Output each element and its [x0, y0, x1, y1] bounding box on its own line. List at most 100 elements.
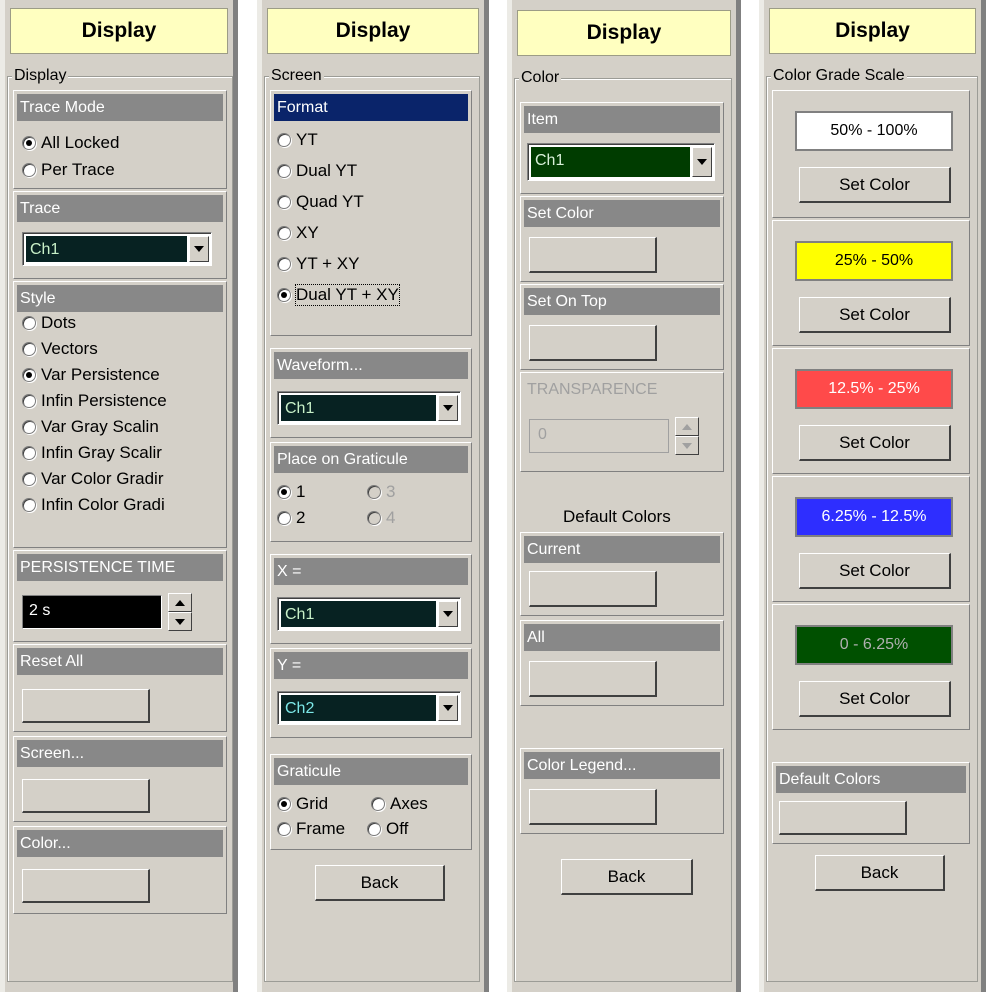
radio-button-icon: [277, 797, 291, 811]
color-grade-swatch: 0 - 6.25%: [795, 625, 953, 665]
radio-yt[interactable]: YT: [277, 129, 318, 151]
set-color-button[interactable]: Set Color: [799, 297, 951, 333]
radio-button-icon: [22, 446, 36, 460]
radio-xy[interactable]: XY: [277, 222, 319, 244]
back-button[interactable]: Back: [561, 859, 693, 895]
increment-button[interactable]: [168, 593, 192, 612]
back-button[interactable]: Back: [315, 865, 445, 901]
radio-button-icon: [22, 472, 36, 486]
radio-label: Dots: [41, 313, 76, 332]
color-section: Color...: [13, 826, 227, 914]
radio-place-3[interactable]: 3: [367, 481, 395, 503]
color-group: Color Item Ch1 Set Color Set On Top TRAN…: [514, 69, 732, 982]
radio-infin-gray-scaling[interactable]: Infin Gray Scalir: [22, 442, 162, 464]
field-value: 0: [538, 426, 547, 443]
section-header: Waveform...: [274, 352, 468, 379]
radio-var-persistence[interactable]: Var Persistence: [22, 364, 160, 386]
radio-place-4[interactable]: 4: [367, 507, 395, 529]
x-select[interactable]: Ch1: [277, 597, 461, 631]
screen-group: Screen Format YT Dual YT Quad YT XY YT +…: [264, 67, 480, 982]
set-on-top-button[interactable]: [529, 325, 657, 361]
transparence-field[interactable]: 0: [529, 419, 669, 453]
radio-label: Per Trace: [41, 160, 115, 179]
radio-dual-yt[interactable]: Dual YT: [277, 160, 357, 182]
display-group: Display Trace Mode All Locked Per Trace …: [7, 67, 233, 982]
radio-button-icon: [367, 511, 381, 525]
dropdown-button[interactable]: [438, 395, 458, 421]
waveform-select[interactable]: Ch1: [277, 391, 461, 425]
radio-place-2[interactable]: 2: [277, 507, 305, 529]
radio-button-icon: [22, 136, 36, 150]
radio-infin-color-grading[interactable]: Infin Color Gradi: [22, 494, 165, 516]
set-color-button[interactable]: Set Color: [799, 681, 951, 717]
arrow-down-icon: [682, 442, 692, 449]
trace-select[interactable]: Ch1: [22, 232, 212, 266]
radio-vectors[interactable]: Vectors: [22, 338, 98, 360]
radio-label: YT: [296, 130, 318, 149]
y-section: Y = Ch2: [270, 648, 472, 738]
current-colors-button[interactable]: [529, 571, 657, 607]
display-color-panel: Display Color Item Ch1 Set Color Set On …: [507, 0, 741, 992]
radio-per-trace[interactable]: Per Trace: [22, 159, 115, 181]
radio-button-icon: [22, 368, 36, 382]
set-color-button[interactable]: Set Color: [799, 167, 951, 203]
radio-grid[interactable]: Grid: [277, 793, 328, 815]
back-button[interactable]: Back: [815, 855, 945, 891]
section-header: TRANSPARENCE: [527, 381, 658, 398]
radio-button-icon: [22, 342, 36, 356]
color-grade-swatch: 50% - 100%: [795, 111, 953, 151]
reset-all-section: Reset All: [13, 644, 227, 732]
arrow-up-icon: [682, 423, 692, 430]
persistence-time-field[interactable]: 2 s: [22, 595, 162, 629]
increment-button[interactable]: [675, 417, 699, 436]
dropdown-button[interactable]: [692, 147, 712, 177]
panel-title: Display: [517, 10, 731, 56]
radio-var-gray-scaling[interactable]: Var Gray Scalin: [22, 416, 159, 438]
radio-label: Infin Color Gradi: [41, 495, 165, 514]
radio-off[interactable]: Off: [367, 818, 408, 840]
color-legend-button[interactable]: [529, 789, 657, 825]
dropdown-button[interactable]: [438, 601, 458, 627]
set-color-button[interactable]: Set Color: [799, 553, 951, 589]
radio-all-locked[interactable]: All Locked: [22, 132, 119, 154]
section-header: Trace: [17, 195, 223, 222]
radio-var-color-grading[interactable]: Var Color Gradir: [22, 468, 164, 490]
radio-quad-yt[interactable]: Quad YT: [277, 191, 364, 213]
y-select[interactable]: Ch2: [277, 691, 461, 725]
dropdown-button[interactable]: [438, 695, 458, 721]
all-colors-button[interactable]: [529, 661, 657, 697]
radio-dots[interactable]: Dots: [22, 312, 76, 334]
item-select[interactable]: Ch1: [527, 143, 715, 181]
radio-yt-xy[interactable]: YT + XY: [277, 253, 359, 275]
decrement-button[interactable]: [675, 436, 699, 455]
set-color-button[interactable]: Set Color: [799, 425, 951, 461]
decrement-button[interactable]: [168, 612, 192, 631]
radio-button-icon: [367, 822, 381, 836]
section-header: Trace Mode: [17, 94, 223, 121]
grade-section-3: 12.5% - 25% Set Color: [772, 348, 970, 474]
radio-button-icon: [22, 394, 36, 408]
radio-infin-persistence[interactable]: Infin Persistence: [22, 390, 167, 412]
current-section: Current: [520, 532, 724, 616]
section-header: All: [524, 624, 720, 651]
default-colors-button[interactable]: [779, 801, 907, 835]
section-header: Reset All: [17, 648, 223, 675]
arrow-up-icon: [175, 599, 185, 606]
transparence-spinner: [675, 417, 699, 455]
radio-dual-yt-xy[interactable]: Dual YT + XY: [277, 284, 400, 306]
reset-all-button[interactable]: [22, 689, 150, 723]
radio-label: Dual YT: [296, 161, 358, 180]
radio-axes[interactable]: Axes: [371, 793, 428, 815]
dropdown-button[interactable]: [189, 236, 209, 262]
color-button[interactable]: [22, 869, 150, 903]
radio-place-1[interactable]: 1: [277, 481, 305, 503]
radio-button-icon: [277, 195, 291, 209]
section-header: Place on Graticule: [274, 446, 468, 473]
radio-frame[interactable]: Frame: [277, 818, 345, 840]
format-section: Format YT Dual YT Quad YT XY YT + XY Dua…: [270, 90, 472, 336]
select-value: Ch1: [26, 236, 187, 262]
radio-button-icon: [277, 288, 291, 302]
radio-button-icon: [277, 226, 291, 240]
set-color-button[interactable]: [529, 237, 657, 273]
screen-button[interactable]: [22, 779, 150, 813]
